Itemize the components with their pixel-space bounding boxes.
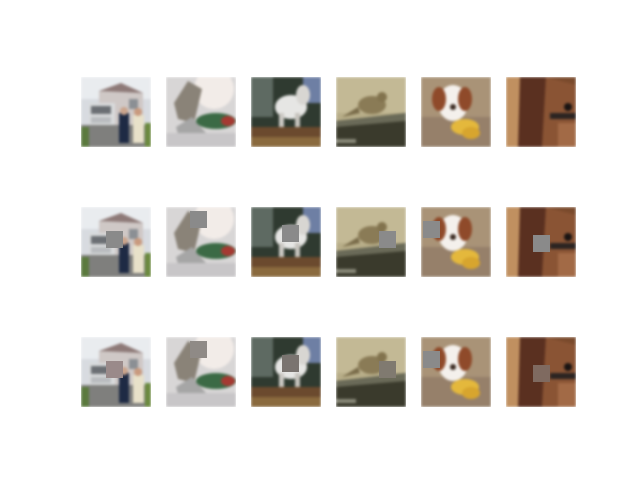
occlusion-patch [106,231,123,248]
thumbnail-recovered-patch-horse [251,337,321,407]
thumbnail-original-horse [251,77,321,147]
occlusion-patch [282,225,299,242]
thumbnail-original-dog [421,77,491,147]
thumbnail-gray-patch-occlusion-bird [336,207,406,277]
thumbnail-gray-patch-occlusion-horse-closeup [506,207,576,277]
thumbnail-recovered-patch-bird [336,337,406,407]
thumbnail-recovered-patch-truck-with-people [81,337,151,407]
occlusion-patch [533,235,550,252]
thumbnail-original-truck-with-people [81,77,151,147]
occlusion-patch [533,365,550,382]
occlusion-patch [190,211,207,228]
occlusion-patch [423,221,440,238]
occlusion-patch [379,231,396,248]
occlusion-patch [379,361,396,378]
thumbnail-gray-patch-occlusion-dog [421,207,491,277]
thumbnail-recovered-patch-dog [421,337,491,407]
thumbnail-recovered-patch-horse-closeup [506,337,576,407]
occlusion-patch [106,361,123,378]
thumbnail-gray-patch-occlusion-blurry-object [166,207,236,277]
occlusion-patch [190,341,207,358]
occlusion-patch [423,351,440,368]
thumbnail-gray-patch-occlusion-horse [251,207,321,277]
thumbnail-recovered-patch-blurry-object [166,337,236,407]
thumbnail-original-horse-closeup [506,77,576,147]
thumbnail-original-bird [336,77,406,147]
image-grid [0,0,640,480]
thumbnail-gray-patch-occlusion-truck-with-people [81,207,151,277]
thumbnail-original-blurry-object [166,77,236,147]
occlusion-patch [282,355,299,372]
